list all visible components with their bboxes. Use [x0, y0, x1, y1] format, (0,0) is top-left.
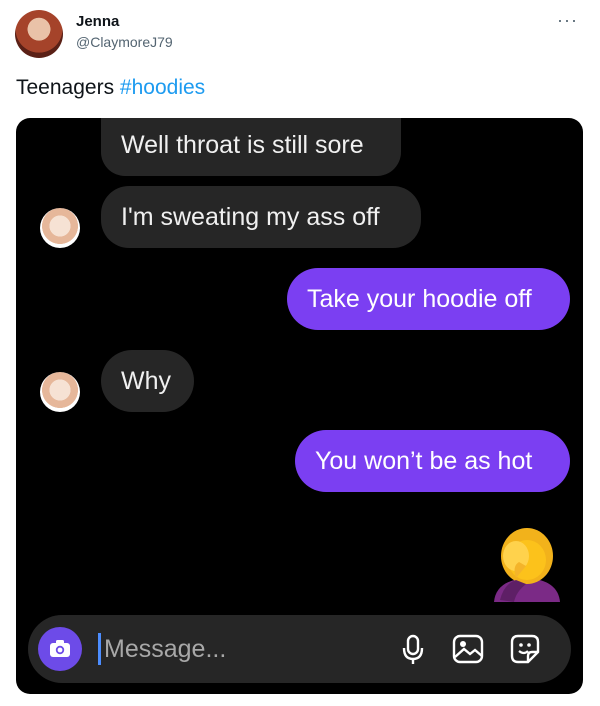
message-bubble-incoming: I'm sweating my ass off	[101, 186, 421, 248]
sender-avatar	[40, 372, 80, 412]
microphone-icon[interactable]	[396, 632, 430, 666]
message-bubble-outgoing: You won’t be as hot	[295, 430, 570, 492]
message-bubble-outgoing: Take your hoodie off	[287, 268, 570, 330]
image-icon[interactable]	[451, 632, 485, 666]
message-composer	[28, 615, 571, 683]
message-bubble-incoming: Well throat is still sore	[101, 118, 401, 176]
sender-avatar	[40, 208, 80, 248]
display-name[interactable]: Jenna	[76, 13, 119, 30]
hashtag-link[interactable]: #hoodies	[120, 76, 205, 99]
tweet-body-text: Teenagers	[16, 76, 115, 99]
facepalm-emoji	[494, 528, 560, 602]
sticker-icon[interactable]	[508, 632, 542, 666]
user-handle[interactable]: @ClaymoreJ79	[76, 34, 173, 50]
chat-screenshot[interactable]: Well throat is still sore I'm sweating m…	[16, 118, 583, 694]
more-options-icon[interactable]: ···	[557, 10, 578, 31]
camera-icon	[50, 640, 70, 657]
profile-avatar[interactable]	[15, 10, 63, 58]
message-bubble-incoming: Why	[101, 350, 194, 412]
message-input[interactable]	[104, 627, 354, 671]
text-cursor	[98, 633, 101, 665]
tweet-text: Teenagers #hoodies	[16, 76, 205, 100]
camera-button[interactable]	[38, 627, 82, 671]
